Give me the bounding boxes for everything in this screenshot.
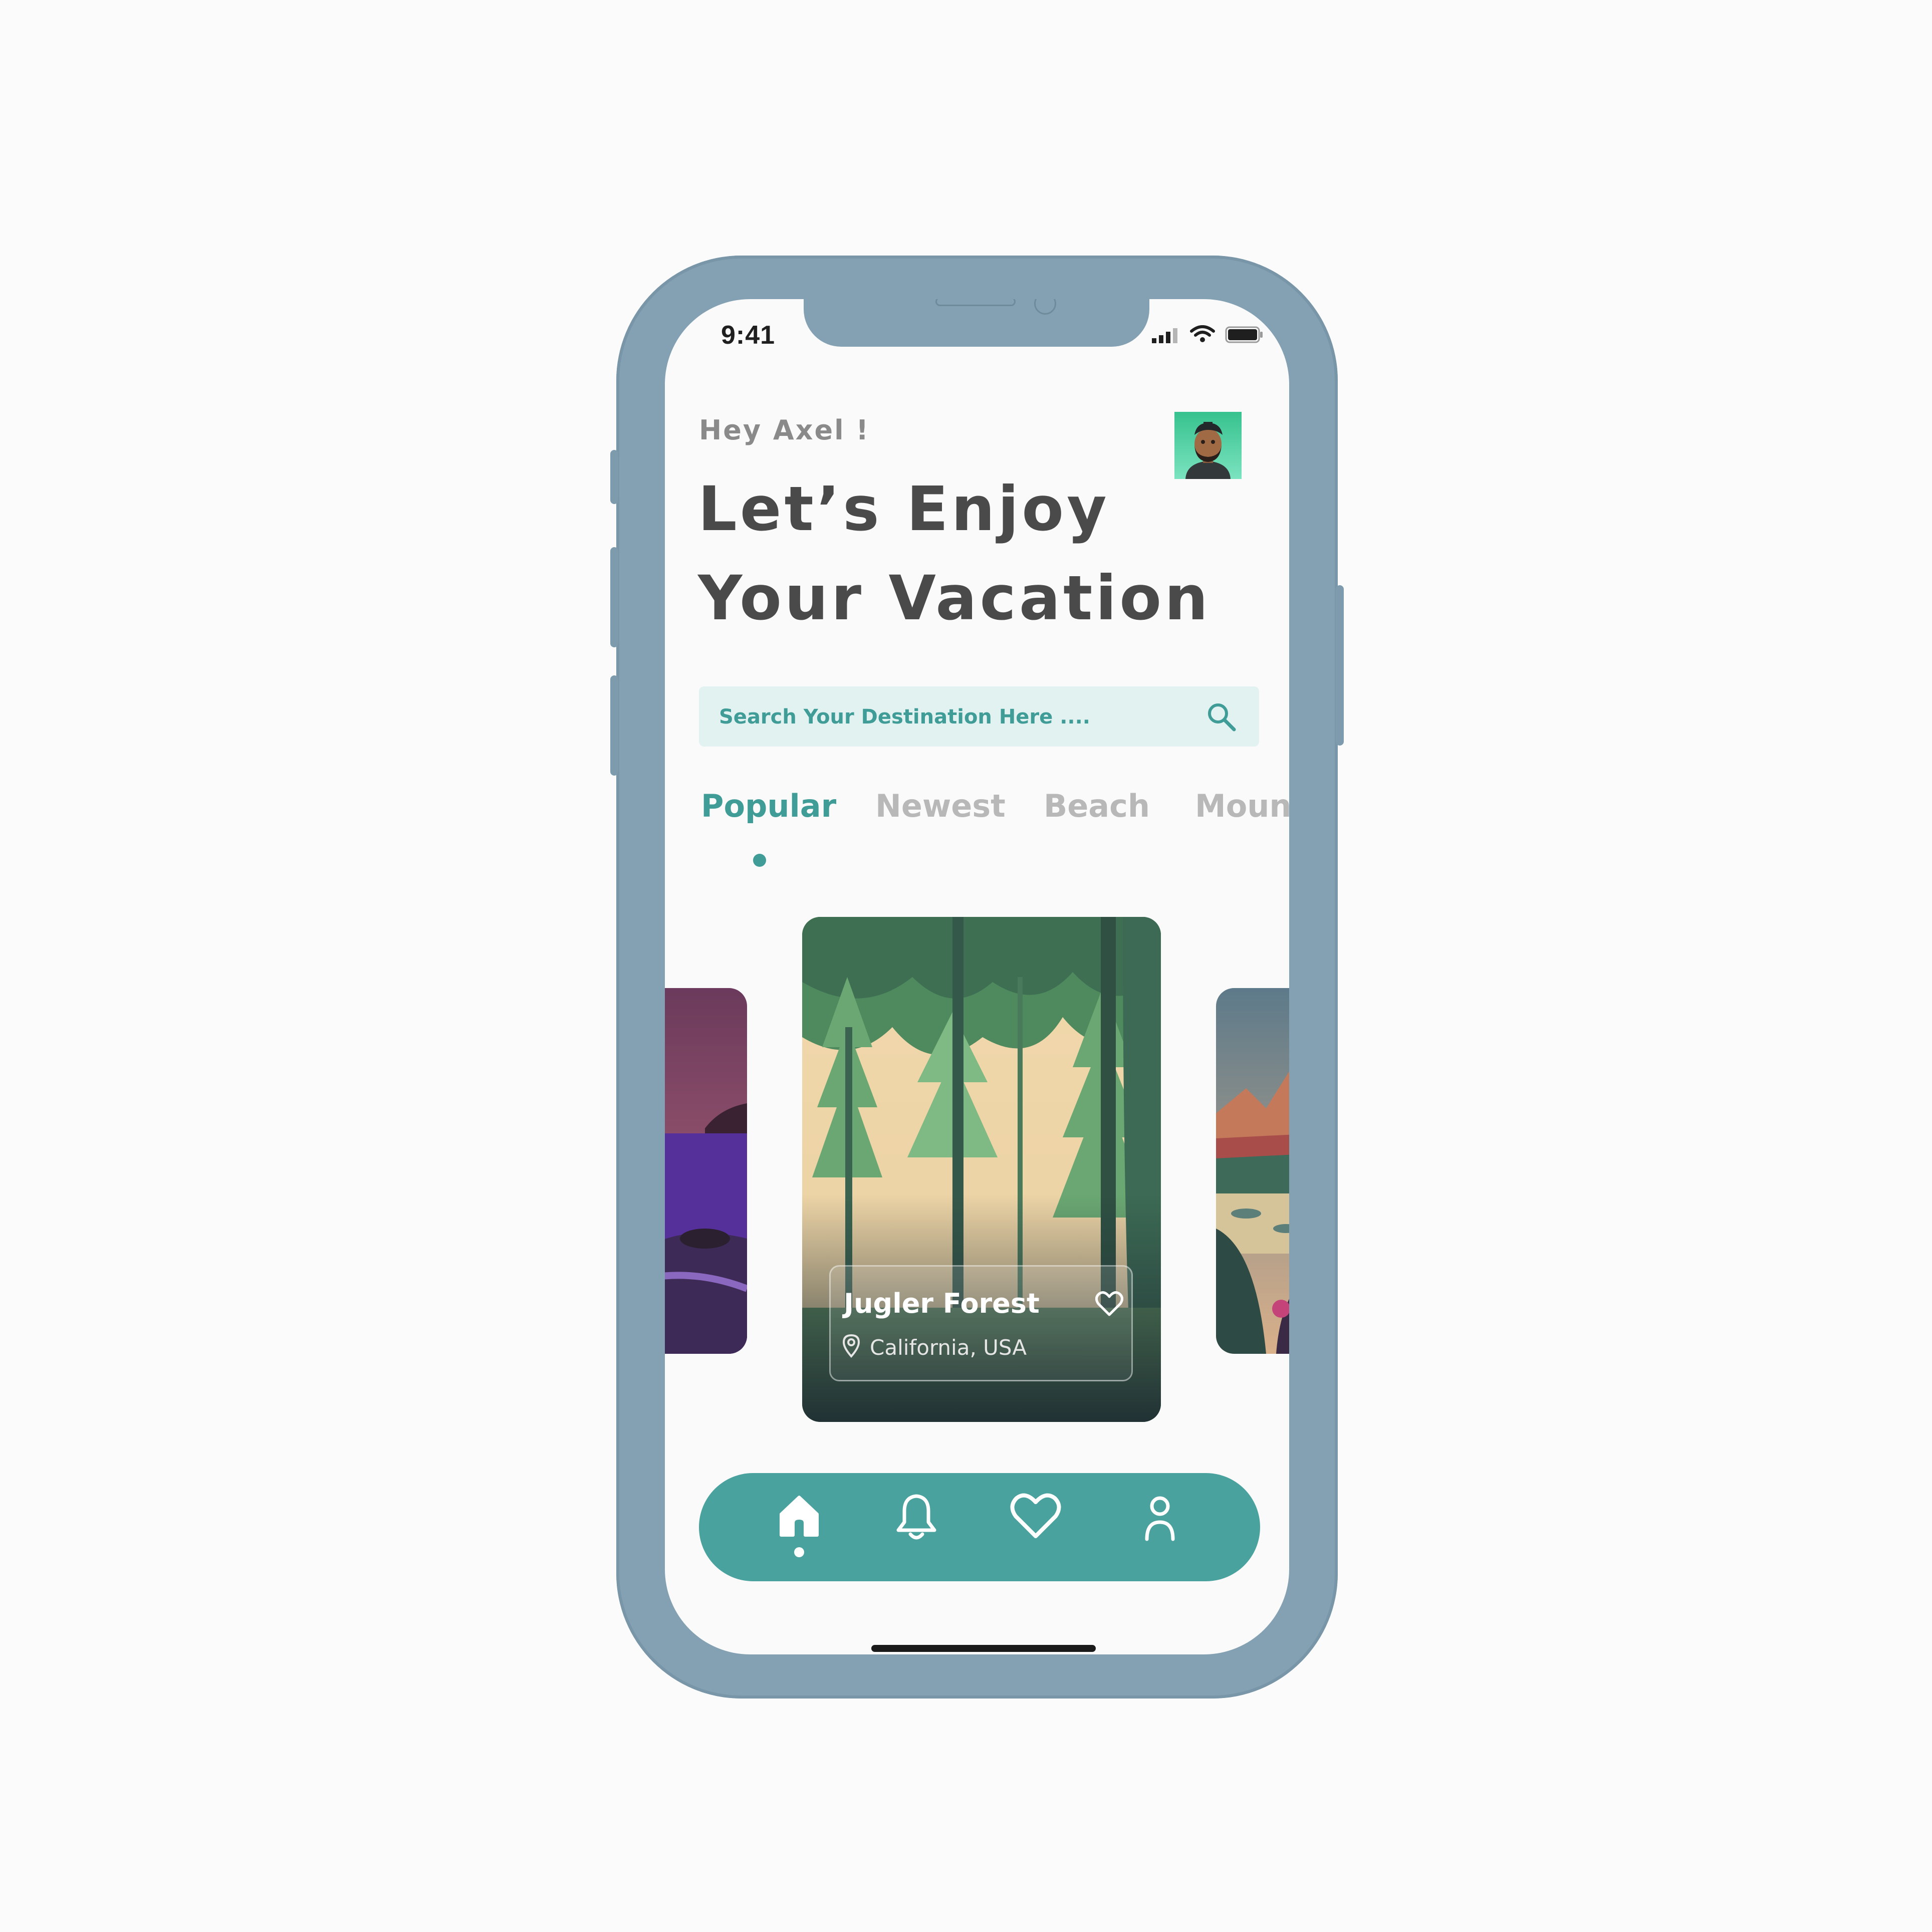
search-bar[interactable]: Search Your Destination Here .... [699, 686, 1259, 747]
destination-card-previous[interactable] [665, 988, 747, 1354]
card-location: California, USA [870, 1335, 1027, 1360]
bell-icon [896, 1494, 936, 1540]
tab-popular[interactable]: Popular [701, 788, 836, 824]
active-nav-indicator [794, 1547, 804, 1557]
mute-switch [610, 450, 618, 504]
phone-frame: 9:41 Hey Axel ! Let’s Enjoy Your Vacatio… [610, 256, 1344, 1699]
power-button [1336, 585, 1344, 746]
card-info-panel: Jugler Forest California, USA [829, 1265, 1133, 1381]
app-screen: 9:41 Hey Axel ! Let’s Enjoy Your Vacatio… [665, 299, 1289, 1654]
nav-favorites[interactable] [1006, 1492, 1066, 1562]
location-pin-icon [842, 1334, 860, 1358]
headline-line-2: Your Vacation [698, 563, 1211, 634]
search-icon[interactable] [1206, 701, 1237, 733]
headline: Let’s Enjoy Your Vacation [698, 464, 1249, 643]
speaker [935, 299, 1016, 306]
status-time: 9:41 [721, 321, 776, 350]
nav-profile[interactable] [1130, 1492, 1190, 1562]
mountain-valley-illustration [1216, 988, 1289, 1354]
active-tab-indicator [753, 854, 766, 867]
greeting-text: Hey Axel ! [699, 414, 870, 446]
tab-mountain[interactable]: Mount [1195, 788, 1289, 824]
battery-icon [1225, 326, 1263, 343]
status-icons [1152, 325, 1263, 343]
card-title: Jugler Forest [844, 1288, 1040, 1319]
lake-sunset-illustration [665, 988, 747, 1354]
home-icon [780, 1496, 819, 1537]
user-icon [1145, 1496, 1175, 1541]
destination-card-featured[interactable]: Jugler Forest California, USA [802, 917, 1161, 1422]
cellular-signal-icon [1152, 328, 1177, 343]
destination-card-next[interactable] [1216, 988, 1289, 1354]
nav-notifications[interactable] [886, 1492, 946, 1562]
search-input[interactable]: Search Your Destination Here .... [719, 705, 1090, 729]
tab-newest[interactable]: Newest [875, 788, 1006, 824]
front-camera [1034, 299, 1056, 315]
bottom-nav-bar [699, 1473, 1260, 1581]
volume-up-button [610, 547, 618, 647]
headline-line-1: Let’s Enjoy [698, 473, 1110, 545]
favorite-heart-icon[interactable] [1095, 1291, 1123, 1317]
tab-beach[interactable]: Beach [1044, 788, 1150, 824]
heart-icon [1010, 1493, 1061, 1538]
volume-down-button [610, 675, 618, 776]
notch [804, 299, 1149, 347]
wifi-icon [1190, 325, 1215, 342]
home-indicator [871, 1645, 1096, 1652]
